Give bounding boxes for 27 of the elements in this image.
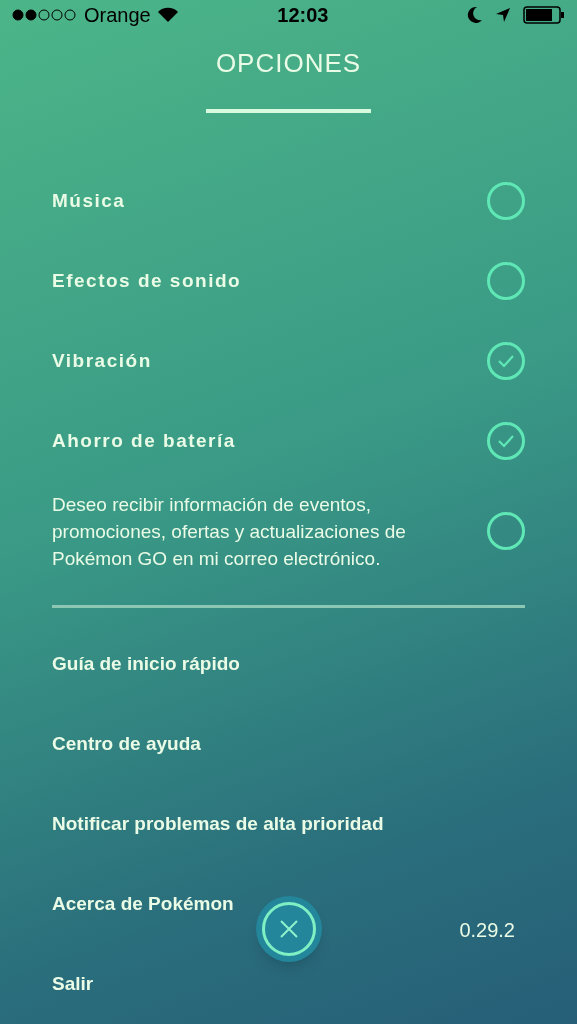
menu-item[interactable]: Centro de ayuda (52, 730, 201, 759)
checkbox[interactable] (487, 342, 525, 380)
carrier-name: Orange (84, 3, 151, 28)
option-text: Deseo recibir información de eventos, promociones, ofertas y actualizaciones de Pokémon GO en mi correo electrónico. (52, 492, 407, 571)
check-icon (497, 434, 515, 448)
signal-icon (12, 9, 78, 21)
location-icon (495, 7, 511, 23)
option-label: Ahorro de batería (52, 428, 236, 453)
option-label: Música (52, 188, 126, 213)
option-label: Efectos de sonido (52, 268, 242, 293)
moon-icon (467, 6, 483, 24)
menu-item[interactable]: Acerca de Pokémon (52, 890, 234, 919)
status-time: 12:03 (277, 3, 329, 28)
option-label: Vibración (52, 348, 152, 373)
checkbox[interactable] (487, 262, 525, 300)
wifi-icon (156, 7, 179, 23)
version-number: 0.29.2 (459, 918, 515, 943)
menu-item[interactable]: Guía de inicio rápido (52, 650, 240, 679)
checkbox[interactable] (487, 182, 525, 220)
menu-item[interactable]: Salir (52, 970, 94, 999)
menu-item[interactable]: Notificar problemas de alta prioridad (52, 810, 384, 839)
check-icon (497, 354, 515, 368)
checkbox[interactable] (487, 512, 525, 550)
battery-icon (523, 6, 565, 24)
page-title: OPCIONES (215, 47, 362, 80)
checkbox[interactable] (487, 422, 525, 460)
close-icon (279, 919, 299, 939)
